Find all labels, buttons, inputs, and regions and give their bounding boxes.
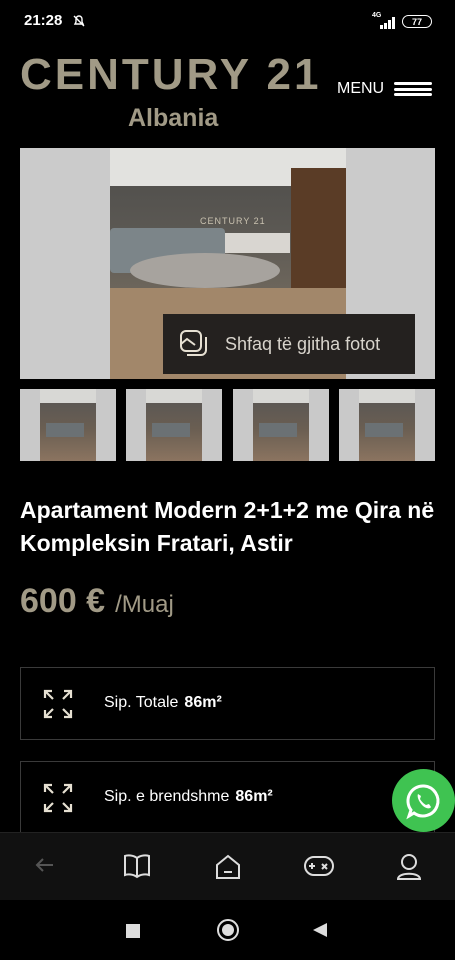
- book-icon[interactable]: [123, 853, 151, 883]
- back-triangle-icon[interactable]: [312, 922, 328, 942]
- thumbnail[interactable]: [233, 389, 329, 461]
- battery-level: 77: [411, 16, 422, 27]
- area-value: 86m²: [235, 788, 273, 805]
- show-all-photos-button[interactable]: Shfaq të gjitha fotot: [163, 314, 415, 374]
- listing-title: Apartament Modern 2+1+2 me Qira në Kompl…: [20, 497, 435, 556]
- browser-toolbar: [0, 832, 455, 900]
- system-nav-bar: [0, 900, 455, 960]
- gallery-icon: [180, 330, 207, 356]
- back-arrow-icon[interactable]: [33, 853, 57, 881]
- thumbnail-strip: [20, 389, 435, 461]
- area-label: Sip. Totale: [104, 694, 179, 711]
- recents-icon[interactable]: [126, 923, 140, 942]
- menu-button[interactable]: MENU: [337, 80, 433, 98]
- menu-label: MENU: [337, 80, 385, 97]
- profile-icon[interactable]: [396, 853, 422, 885]
- status-time: 21:28: [24, 12, 63, 29]
- show-all-label: Shfaq të gjitha fotot: [225, 333, 381, 354]
- price-period: /Muaj: [115, 591, 174, 618]
- area-card-total: Sip. Totale 86m²: [20, 667, 435, 740]
- home-icon[interactable]: [214, 853, 242, 885]
- signal-icon: [380, 14, 398, 33]
- area-label: Sip. e brendshme: [104, 788, 230, 805]
- logo-title[interactable]: CENTURY 21: [20, 50, 321, 100]
- thumbnail[interactable]: [20, 389, 116, 461]
- alarm-off-icon: [72, 13, 86, 32]
- gamepad-icon[interactable]: [303, 853, 335, 883]
- photo-watermark: CENTURY 21: [200, 216, 266, 226]
- expand-icon: [43, 689, 73, 723]
- battery-icon: 77: [402, 15, 432, 28]
- thumbnail[interactable]: [126, 389, 222, 461]
- main-photo[interactable]: CENTURY 21 Shfaq të gjitha fotot: [20, 148, 435, 379]
- price-row: 600 € /Muaj: [20, 582, 174, 621]
- status-bar: 21:28 4G 77: [0, 0, 455, 40]
- area-value: 86m²: [184, 694, 222, 711]
- hamburger-icon: [394, 82, 433, 96]
- home-circle-icon[interactable]: [216, 918, 240, 946]
- expand-icon: [43, 783, 73, 817]
- thumbnail[interactable]: [339, 389, 435, 461]
- whatsapp-button[interactable]: [392, 769, 455, 832]
- price: 600 €: [20, 582, 106, 620]
- whatsapp-icon: [405, 783, 439, 819]
- logo-subtitle: Albania: [128, 104, 219, 132]
- area-card-interior: Sip. e brendshme 86m²: [20, 761, 435, 834]
